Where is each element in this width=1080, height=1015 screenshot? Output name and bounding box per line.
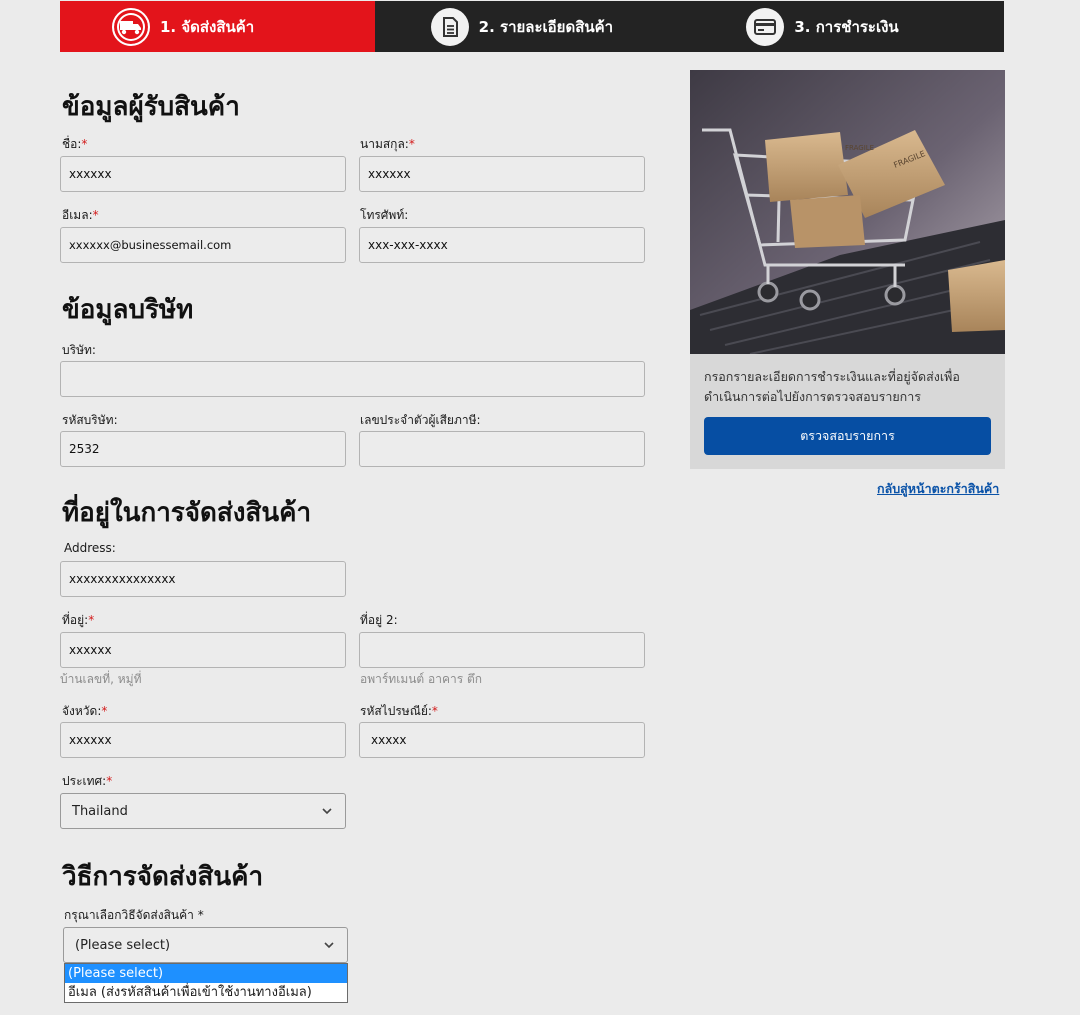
step-payment[interactable]: 3. การชำระเงิน xyxy=(689,1,1004,52)
last-name-label-text: นามสกุล: xyxy=(360,137,409,151)
address1-label-text: ที่อยู่: xyxy=(62,613,89,627)
truck-icon xyxy=(112,8,150,46)
checkout-steps: 1. จัดส่งสินค้า 2. รายละเอียดสินค้า 3. ก… xyxy=(60,1,1004,52)
required-mark: * xyxy=(408,137,415,151)
address2-hint: อพาร์ทเมนต์ อาคาร ตึก xyxy=(360,672,483,686)
first-name-label-text: ชื่อ: xyxy=(62,137,82,151)
required-mark: * xyxy=(92,208,99,222)
shipping-address-section-title: ที่อยู่ในการจัดส่งสินค้า xyxy=(62,498,312,528)
back-to-cart-link[interactable]: กลับสู่หน้าตะกร้าสินค้า xyxy=(877,479,999,499)
country-label-text: ประเทศ: xyxy=(62,774,107,788)
province-value: xxxxxx xyxy=(69,733,112,747)
postcode-field[interactable]: xxxxx xyxy=(359,722,645,758)
address1-hint: บ้านเลขที่, หมู่ที่ xyxy=(60,672,142,686)
panel-instructions: กรอกรายละเอียดการชำระเงินและที่อยู่จัดส่… xyxy=(704,369,960,404)
box-label-1: FRAGILE xyxy=(845,144,874,152)
credit-card-icon xyxy=(746,8,785,46)
company-name-field[interactable] xyxy=(60,361,645,397)
postcode-label: รหัสไปรษณีย์:* xyxy=(360,702,438,721)
shopping-cart-image: FRAGILE FRAGILE xyxy=(690,70,1005,354)
phone-label: โทรศัพท์: xyxy=(360,208,409,222)
country-value: Thailand xyxy=(72,803,128,819)
address-field[interactable]: xxxxxxxxxxxxxxx xyxy=(60,561,346,597)
address-value: xxxxxxxxxxxxxxx xyxy=(69,572,176,586)
tax-id-label: เลขประจำตัวผู้เสียภาษี: xyxy=(360,413,481,427)
email-label-text: อีเมล: xyxy=(62,208,93,222)
step-payment-label: 3. การชำระเงิน xyxy=(794,17,899,36)
document-icon xyxy=(430,8,469,46)
address1-label: ที่อยู่:* xyxy=(62,611,94,630)
required-mark: * xyxy=(431,704,438,718)
email-field[interactable]: xxxxxx@businessemail.com xyxy=(60,227,346,263)
address2-field[interactable] xyxy=(359,632,645,668)
country-select[interactable]: Thailand xyxy=(60,793,346,829)
shipping-option-email[interactable]: อีเมล (ส่งรหัสสินค้าเพื่อเข้าใช้งานทางอี… xyxy=(65,983,347,1002)
shipping-method-select[interactable]: (Please select) xyxy=(63,927,348,963)
address1-field[interactable]: xxxxxx xyxy=(60,632,346,668)
postcode-label-text: รหัสไปรษณีย์: xyxy=(360,704,432,718)
company-code-value: 2532 xyxy=(69,442,100,456)
required-mark: * xyxy=(101,704,108,718)
first-name-label: ชื่อ:* xyxy=(62,135,87,154)
required-mark: * xyxy=(81,137,88,151)
step-shipping[interactable]: 1. จัดส่งสินค้า xyxy=(60,1,375,52)
shipping-method-label: กรุณาเลือกวิธีจัดส่งสินค้า * xyxy=(64,908,204,922)
first-name-value: xxxxxx xyxy=(69,167,112,181)
phone-field[interactable]: xxx-xxx-xxxx xyxy=(359,227,645,263)
email-label: อีเมล:* xyxy=(62,206,99,225)
address2-label: ที่อยู่ 2: xyxy=(360,613,398,627)
last-name-label: นามสกุล:* xyxy=(360,135,415,154)
review-order-button[interactable]: ตรวจสอบรายการ xyxy=(704,417,991,455)
province-label-text: จังหวัด: xyxy=(62,704,102,718)
last-name-value: xxxxxx xyxy=(368,167,411,181)
first-name-field[interactable]: xxxxxx xyxy=(60,156,346,192)
recipient-section-title: ข้อมูลผู้รับสินค้า xyxy=(62,92,240,122)
shipping-option-please-select[interactable]: (Please select) xyxy=(65,964,347,983)
email-value: xxxxxx@businessemail.com xyxy=(69,238,232,252)
chevron-down-icon xyxy=(324,942,334,949)
step-product-details[interactable]: 2. รายละเอียดสินค้า xyxy=(375,1,690,52)
phone-value: xxx-xxx-xxxx xyxy=(368,238,448,252)
tax-id-field[interactable] xyxy=(359,431,645,467)
company-section-title: ข้อมูลบริษัท xyxy=(62,295,194,325)
required-mark: * xyxy=(106,774,113,788)
company-code-field[interactable]: 2532 xyxy=(60,431,346,467)
required-mark: * xyxy=(88,613,95,627)
country-label: ประเทศ:* xyxy=(62,772,112,791)
order-summary-panel: FRAGILE FRAGILE กรอกรายละเอียดการชำระเงิ… xyxy=(690,70,1005,469)
company-name-label: บริษัท: xyxy=(62,343,96,357)
postcode-value: xxxxx xyxy=(371,733,407,747)
shipping-method-value: (Please select) xyxy=(75,937,171,953)
address-label: Address: xyxy=(64,541,116,555)
address1-value: xxxxxx xyxy=(69,643,112,657)
last-name-field[interactable]: xxxxxx xyxy=(359,156,645,192)
shipping-method-section-title: วิธีการจัดส่งสินค้า xyxy=(62,862,264,892)
chevron-down-icon xyxy=(322,808,332,815)
shipping-method-options: (Please select) อีเมล (ส่งรหัสสินค้าเพื่… xyxy=(64,963,348,1003)
company-code-label: รหัสบริษัท: xyxy=(62,413,118,427)
step-shipping-label: 1. จัดส่งสินค้า xyxy=(160,17,255,36)
province-label: จังหวัด:* xyxy=(62,702,107,721)
step-product-details-label: 2. รายละเอียดสินค้า xyxy=(478,17,614,36)
province-field[interactable]: xxxxxx xyxy=(60,722,346,758)
